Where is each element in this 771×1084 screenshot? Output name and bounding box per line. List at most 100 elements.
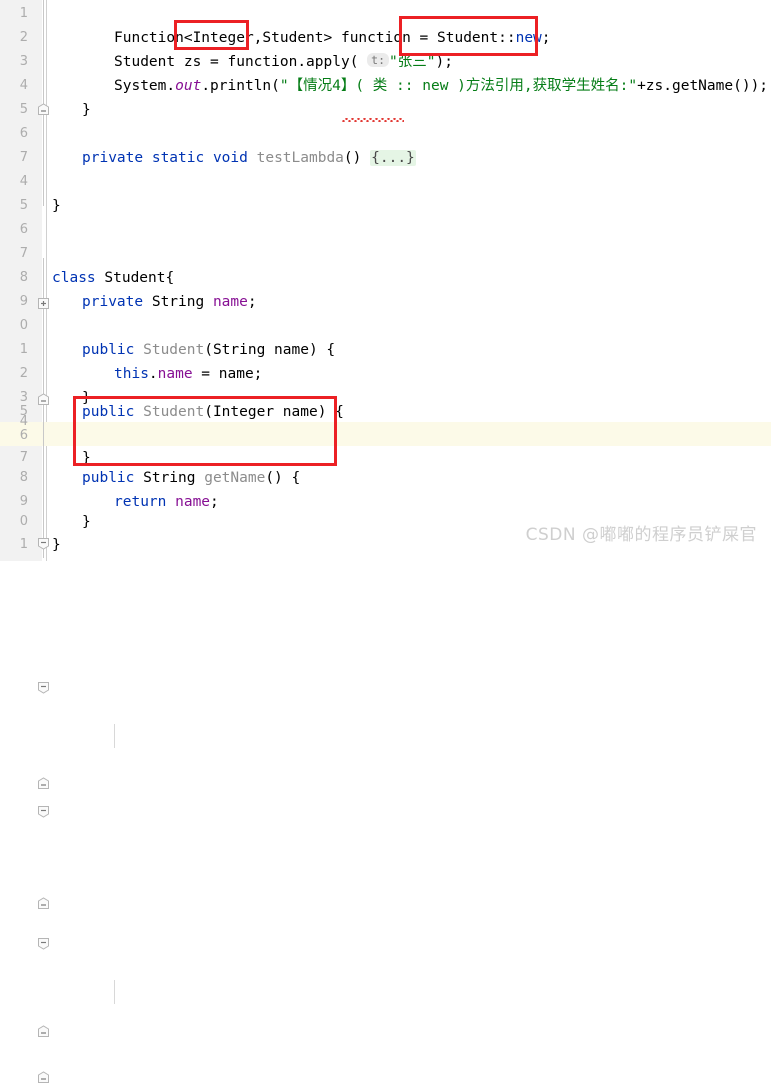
code-token-close-brace: } [52,537,61,553]
line-number: 1 [19,342,28,357]
code-text[interactable]: } [52,194,61,218]
line-number: 4 [19,174,28,189]
editor-line[interactable]: 7 [0,242,771,266]
line-number: 2 [19,30,28,45]
code-token-method-name: testLambda [256,150,344,166]
code-token-system: System. [114,78,176,94]
code-token-parens: () [343,150,371,166]
code-token-semicolon: ; [210,494,219,510]
editor-line[interactable]: 3 Student zs = function.apply( t: "张三"); [0,50,771,122]
editor-line[interactable]: 6 [0,218,771,242]
code-token-return-keyword: return [114,494,176,510]
code-text[interactable]: Function<Integer,Student> function = Stu… [114,26,551,50]
line-number: 8 [19,270,28,285]
editor-line[interactable]: 5 } [0,194,771,405]
code-editor[interactable]: 1 2 Function<Integer,Student> function =… [0,0,771,1083]
code-token-println: .println( [201,78,280,94]
code-text[interactable]: private static void testLambda() {...} [82,146,416,170]
line-number: 1 [19,6,28,21]
line-number: 7 [19,150,28,165]
editor-line[interactable]: 0 [0,314,771,338]
editor-line[interactable]: 8 public String getName() { [0,466,771,950]
code-text[interactable]: private String name; [82,290,257,314]
editor-line[interactable]: 4 System.out.println("【情况4】( 类 :: new )方… [0,74,771,98]
code-token-open-brace: { [165,270,175,286]
code-token-out-field: out [175,78,202,94]
folded-body-placeholder[interactable]: {...} [370,150,416,166]
code-text[interactable]: System.out.println("【情况4】( 类 :: new )方法引… [114,74,768,98]
line-number: 7 [19,246,28,261]
code-text[interactable]: public Student(String name) { [82,338,335,362]
fold-collapse-icon[interactable] [37,897,50,910]
code-token-params: (Integer name) { [204,404,344,420]
fold-collapse-icon[interactable] [37,1071,50,1084]
line-number: 5 [19,198,28,213]
editor-line[interactable]: 4 [0,170,771,194]
code-token-class-keyword: class [52,270,105,286]
code-token-string-type: String [151,294,213,310]
code-token-class-name: Student [104,270,166,286]
fold-collapse-icon[interactable] [37,937,50,950]
editor-line[interactable]: 1 public Student(String name) { [0,338,771,694]
code-token-field-name: name [212,294,248,310]
editor-line[interactable]: 6 [0,424,771,448]
line-number: 0 [19,514,28,529]
code-token-assignment: = name; [192,366,263,382]
code-token-string-message: "【情况4】( 类 :: new )方法引用,获取学生姓名:" [279,78,638,94]
code-text[interactable]: } [82,98,91,122]
parameter-inlay-hint[interactable]: t: [367,53,390,67]
fold-collapse-icon[interactable] [37,1025,50,1038]
code-token-string-zhangsan: "张三" [389,54,436,70]
code-token-private-keyword: private [82,294,152,310]
code-text[interactable]: class Student{ [52,266,174,290]
line-number: 5 [19,102,28,117]
code-token-dot: . [148,366,158,382]
editor-line[interactable]: 6 [0,122,771,146]
code-text[interactable]: public String getName() { [82,466,300,490]
code-token-semicolon: ; [247,294,257,310]
line-number: 5 [19,404,28,419]
fold-collapse-icon[interactable] [37,681,50,694]
editor-line[interactable]: 1 [0,2,771,26]
code-token-parens: () { [265,470,301,486]
csdn-watermark: CSDN @嘟嘟的程序员铲屎官 [525,525,757,545]
code-token-close-brace: } [82,102,91,118]
line-number: 0 [19,318,28,333]
line-number: 9 [19,294,28,309]
code-text[interactable]: public Student(Integer name) { [82,400,344,424]
editor-line[interactable]: 5 } [0,98,771,122]
code-text[interactable]: Student zs = function.apply( t: "张三"); [114,50,453,74]
code-token-constructor-name: Student [143,342,205,358]
code-token-semicolon: ; [541,30,551,46]
code-token-field-ref: name [157,366,193,382]
editor-line[interactable]: 8 class Student{ [0,266,771,550]
code-token-close-brace: } [52,198,61,214]
code-token-apply-call: Student zs = function.apply( [114,54,368,70]
fold-collapse-icon[interactable] [37,103,50,116]
code-text[interactable]: } [52,533,61,557]
editor-line[interactable]: 2 this.name = name; [0,362,771,748]
editor-line[interactable]: 7 private static void testLambda() {...} [0,146,771,309]
line-number: 6 [19,126,28,141]
code-token-public-keyword: public [82,470,144,486]
code-token-method-ref-operator: :: [498,30,516,46]
editor-line[interactable]: 5 public Student(Integer name) { [0,400,771,818]
code-token-modifiers: private static void [82,150,257,166]
code-token-new-keyword: new [515,30,542,46]
line-number: 6 [19,428,28,443]
editor-line[interactable]: 9 private String name; [0,290,771,314]
code-token-close-brace: } [82,514,91,530]
fold-collapse-icon[interactable] [37,777,50,790]
line-number: 4 [19,78,28,93]
line-number: 2 [19,366,28,381]
editor-line[interactable]: 2 Function<Integer,Student> function = S… [0,26,771,50]
line-number: 1 [19,537,28,552]
indent-guide [114,980,115,1004]
code-token-params: (String name) { [204,342,336,358]
code-token-return-type: String [143,470,205,486]
fold-collapse-icon[interactable] [37,805,50,818]
code-text[interactable]: this.name = name; [114,362,262,386]
code-text[interactable]: } [82,510,91,534]
indent-guide [114,724,115,748]
code-token-close-paren: ); [435,54,453,70]
